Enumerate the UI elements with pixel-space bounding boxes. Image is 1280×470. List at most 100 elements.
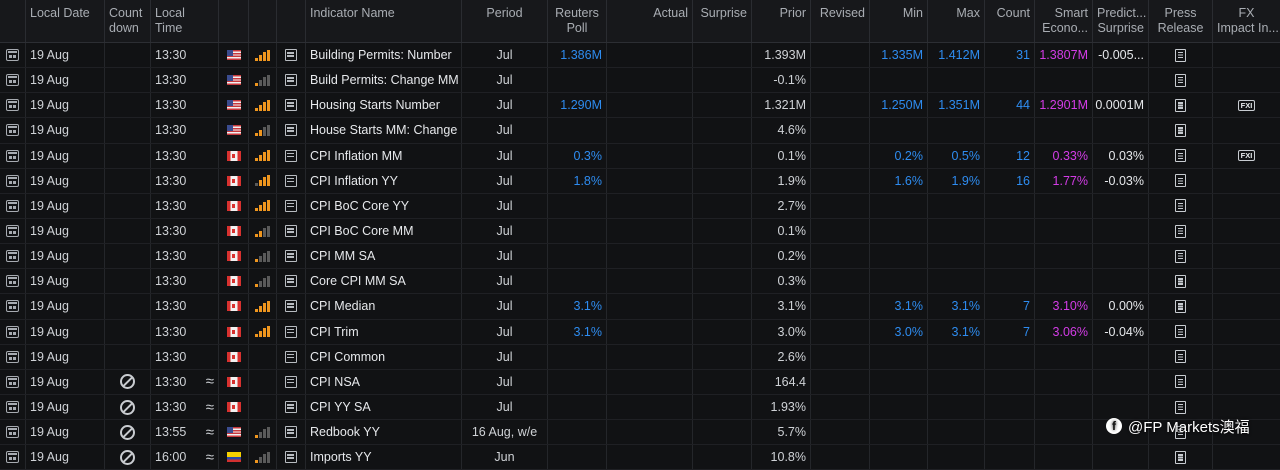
calendar-icon[interactable] (6, 49, 19, 62)
indicator-detail-icon[interactable] (285, 199, 297, 212)
indicator-detail-icon[interactable] (285, 375, 297, 388)
table-row[interactable]: 19 Aug 13:30 CPI BoC Core YY Jul 2.7% (0, 193, 1280, 219)
press-release-icon[interactable] (1175, 350, 1186, 364)
cell-surprise (693, 394, 752, 420)
header-smart-estimate[interactable]: Smart Econo... (1035, 0, 1093, 42)
fx-impact-icon[interactable]: FXI (1237, 99, 1256, 111)
calendar-icon[interactable] (6, 426, 19, 439)
indicator-detail-icon[interactable] (285, 174, 297, 187)
country-flag-icon (226, 402, 241, 413)
header-local-date[interactable]: Local Date (26, 0, 105, 42)
table-row[interactable]: 19 Aug 13:30 CPI Common Jul 2.6% (0, 344, 1280, 370)
calendar-icon[interactable] (6, 451, 19, 464)
importance-bars-icon (255, 326, 270, 338)
table-row[interactable]: 19 Aug 13:30 ≈ CPI YY SA Jul 1.93% (0, 394, 1280, 421)
header-country[interactable] (219, 0, 249, 42)
table-row[interactable]: 19 Aug 13:30 ≈ CPI NSA Jul 164.4 (0, 369, 1280, 395)
indicator-detail-icon[interactable] (285, 401, 297, 414)
cell-count: 16 (985, 168, 1035, 193)
press-release-icon[interactable] (1175, 224, 1186, 238)
press-release-icon[interactable] (1175, 375, 1186, 389)
indicator-detail-icon[interactable] (285, 275, 297, 288)
press-release-icon[interactable] (1175, 73, 1186, 87)
indicator-detail-icon[interactable] (285, 124, 297, 137)
header-max[interactable]: Max (928, 0, 985, 42)
header-actual[interactable]: Actual (607, 0, 693, 42)
calendar-icon[interactable] (6, 199, 19, 212)
indicator-detail-icon[interactable] (285, 325, 297, 338)
cell-local-time: 13:30 ≈ (151, 394, 219, 420)
indicator-detail-icon[interactable] (285, 74, 297, 87)
press-release-icon[interactable] (1175, 123, 1186, 137)
header-fx-impact[interactable]: FX Impact In... (1213, 0, 1280, 42)
indicator-detail-icon[interactable] (285, 426, 297, 439)
press-release-icon[interactable] (1175, 325, 1186, 339)
header-predicted-surprise[interactable]: Predict... Surprise (1093, 0, 1149, 42)
press-release-icon[interactable] (1175, 199, 1186, 213)
table-row[interactable]: 19 Aug 13:30 CPI MM SA Jul 0.2% (0, 244, 1280, 270)
press-release-icon[interactable] (1175, 48, 1186, 62)
cell-importance (249, 43, 277, 68)
indicator-detail-icon[interactable] (285, 225, 297, 238)
indicator-detail-icon[interactable] (285, 49, 297, 62)
press-release-icon[interactable] (1175, 249, 1186, 263)
cell-indicator-name: CPI MM SA (306, 244, 462, 269)
table-row[interactable]: 19 Aug 13:30 House Starts MM: Change Jul 4.6… (0, 118, 1280, 144)
header-reuters-poll[interactable]: Reuters Poll (548, 0, 607, 42)
header-period[interactable]: Period (462, 0, 548, 42)
press-release-icon[interactable] (1175, 149, 1186, 163)
calendar-icon[interactable] (6, 375, 19, 388)
cell-reuters-poll (548, 269, 607, 294)
header-local-time[interactable]: Local Time (151, 0, 219, 42)
press-release-icon[interactable] (1175, 274, 1186, 288)
indicator-detail-icon[interactable] (285, 300, 297, 313)
table-row[interactable]: 19 Aug 13:30 CPI Median Jul 3.1% 3.1% 3.1% 3.1%… (0, 294, 1280, 320)
header-press-release[interactable]: Press Release (1149, 0, 1213, 42)
indicator-detail-icon[interactable] (285, 451, 297, 464)
table-row[interactable]: 19 Aug 13:30 Building Permits: Number Jul 1.… (0, 43, 1280, 69)
calendar-icon[interactable] (6, 225, 19, 238)
press-release-icon[interactable] (1175, 450, 1186, 464)
indicator-detail-icon[interactable] (285, 149, 297, 162)
table-row[interactable]: 19 Aug 16:00 ≈ Imports YY Jun 10.8% (0, 445, 1280, 470)
header-importance[interactable] (249, 0, 277, 42)
indicator-detail-icon[interactable] (285, 99, 297, 112)
calendar-icon[interactable] (6, 300, 19, 313)
calendar-icon[interactable] (6, 124, 19, 137)
calendar-icon[interactable] (6, 401, 19, 414)
table-row[interactable]: 19 Aug 13:55 ≈ Redbook YY 16 Aug, w/e 5.7% (0, 420, 1280, 446)
header-surprise[interactable]: Surprise (693, 0, 752, 42)
table-row[interactable]: 19 Aug 13:30 CPI BoC Core MM Jul 0.1% (0, 218, 1280, 245)
header-alert[interactable] (277, 0, 306, 42)
calendar-icon[interactable] (6, 74, 19, 87)
calendar-icon[interactable] (6, 275, 19, 288)
calendar-icon[interactable] (6, 149, 19, 162)
fx-impact-icon[interactable]: FXI (1237, 150, 1256, 162)
press-release-icon[interactable] (1175, 400, 1186, 414)
table-row[interactable]: 19 Aug 13:30 CPI Inflation YY Jul 1.8% 1.9% 1.… (0, 168, 1280, 194)
indicator-detail-icon[interactable] (285, 350, 297, 363)
table-row[interactable]: 19 Aug 13:30 CPI Trim Jul 3.1% 3.0% 3.0% 3.1% 7 3… (0, 319, 1280, 345)
header-indicator-name[interactable]: Indicator Name (306, 0, 462, 42)
cell-indicator-name: Imports YY (306, 445, 462, 470)
press-release-icon[interactable] (1175, 174, 1186, 188)
cell-count (985, 193, 1035, 218)
header-count[interactable]: Count (985, 0, 1035, 42)
header-prior[interactable]: Prior (752, 0, 811, 42)
calendar-icon[interactable] (6, 174, 19, 187)
table-row[interactable]: 19 Aug 13:30 CPI Inflation MM Jul 0.3% 0.1% 0.… (0, 143, 1280, 169)
calendar-icon[interactable] (6, 99, 19, 112)
table-row[interactable]: 19 Aug 13:30 Build Permits: Change MM Jul -0… (0, 68, 1280, 94)
calendar-icon[interactable] (6, 350, 19, 363)
press-release-icon[interactable] (1175, 299, 1186, 313)
table-row[interactable]: 19 Aug 13:30 Housing Starts Number Jul 1.290… (0, 93, 1280, 119)
press-release-icon[interactable] (1175, 98, 1186, 112)
indicator-detail-icon[interactable] (285, 250, 297, 263)
header-min[interactable]: Min (870, 0, 928, 42)
header-countdown[interactable]: Count down (105, 0, 151, 42)
calendar-icon[interactable] (6, 250, 19, 263)
calendar-icon[interactable] (6, 325, 19, 338)
table-row[interactable]: 19 Aug 13:30 Core CPI MM SA Jul 0.3% (0, 269, 1280, 295)
header-revised[interactable]: Revised (811, 0, 870, 42)
cell-local-time: 13:30 (151, 68, 219, 93)
